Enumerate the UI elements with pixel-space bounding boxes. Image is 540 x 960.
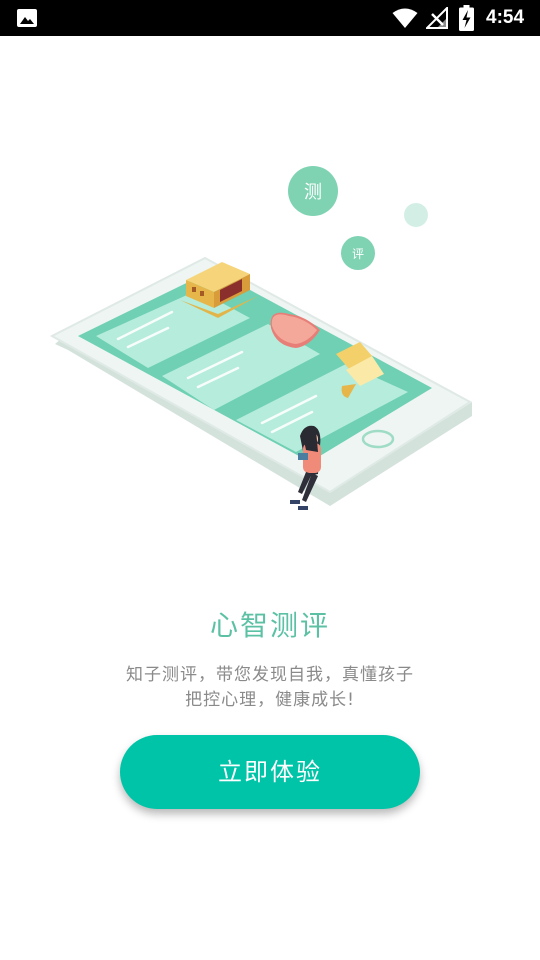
try-now-button[interactable]: 立即体验 <box>120 735 420 809</box>
page-title: 心智测评 <box>209 609 330 642</box>
phone-illustration: 测 评 <box>49 166 472 510</box>
no-signal-icon <box>426 7 448 29</box>
status-time: 4:54 <box>486 7 525 28</box>
battery-charging-icon <box>459 5 474 31</box>
description-line-2: 把控心理，健康成长! <box>185 690 355 710</box>
status-bar: 4:54 <box>0 0 540 36</box>
description-line-1: 知子测评，带您发现自我，真懂孩子 <box>126 665 414 685</box>
bubble-faint-icon <box>404 203 428 227</box>
gallery-icon <box>17 9 37 27</box>
bubble-small-text: 评 <box>352 247 364 261</box>
bubble-large-text: 测 <box>304 182 322 203</box>
wifi-icon <box>392 8 418 28</box>
